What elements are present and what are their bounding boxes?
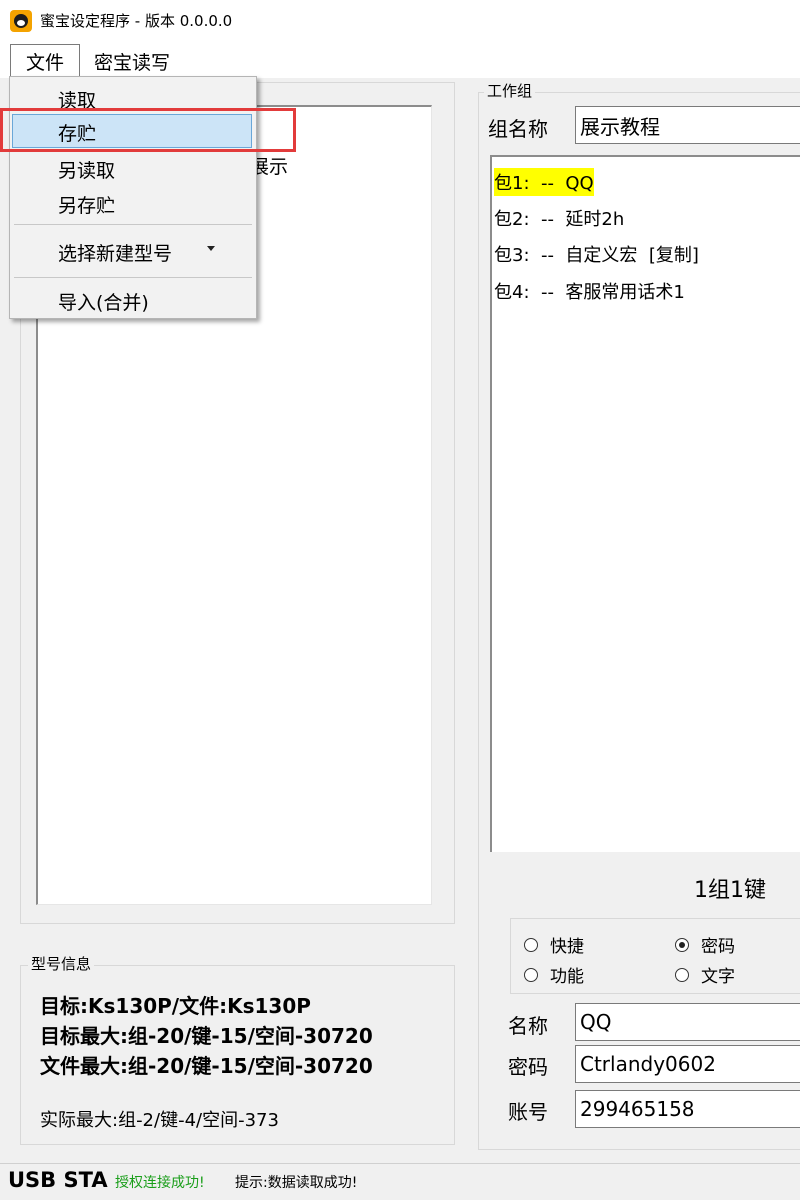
menu-item-select-new-model[interactable]: 选择新建型号 — [58, 239, 172, 266]
model-target-max: 目标最大:组-20/键-15/空间-30720 — [40, 1024, 373, 1048]
usb-status: USB STA — [8, 1168, 108, 1192]
name-input[interactable]: QQ — [575, 1003, 800, 1041]
packet-item[interactable]: 包3: -- 自定义宏 [复制] — [494, 240, 699, 268]
annotation-highlight-box — [0, 108, 296, 152]
packet-item[interactable]: 包2: -- 延时2h — [494, 204, 624, 232]
window-title: 蜜宝设定程序 - 版本 0.0.0.0 — [40, 12, 233, 30]
auth-status: 授权连接成功! — [115, 1175, 205, 1191]
radio-icon — [524, 967, 538, 982]
menu-read-write[interactable]: 密宝读写 — [94, 48, 170, 75]
model-file-max: 文件最大:组-20/键-15/空间-30720 — [40, 1054, 373, 1078]
packet-item[interactable]: 包1: -- QQ — [494, 168, 594, 196]
radio-icon — [524, 937, 538, 952]
radio-function-label: 功能 — [550, 967, 584, 987]
radio-selected-icon — [675, 937, 689, 952]
radio-shortcut[interactable]: 快捷 — [524, 932, 584, 957]
tip-status: 提示:数据读取成功! — [235, 1175, 358, 1191]
menu-separator — [14, 224, 252, 225]
menu-item-read-as[interactable]: 另读取 — [58, 156, 115, 183]
model-target: 目标:Ks130P/文件:Ks130P — [40, 994, 311, 1018]
key-count-label: 1组1键 — [694, 878, 766, 903]
radio-function[interactable]: 功能 — [524, 962, 584, 987]
submenu-arrow-icon — [207, 246, 215, 251]
radio-password-label: 密码 — [701, 937, 735, 957]
name-label: 名称 — [508, 1014, 548, 1038]
app-logo-icon — [10, 10, 32, 32]
radio-text-label: 文字 — [701, 967, 735, 987]
radio-icon — [675, 967, 689, 982]
password-label: 密码 — [508, 1055, 548, 1079]
group-name-label: 组名称 — [488, 117, 548, 141]
radio-shortcut-label: 快捷 — [550, 937, 584, 957]
password-input[interactable]: Ctrlandy0602 — [575, 1045, 800, 1083]
radio-text[interactable]: 文字 — [675, 962, 735, 987]
menu-item-import-merge[interactable]: 导入(合并) — [58, 288, 149, 315]
menu-separator — [14, 277, 252, 278]
account-input[interactable]: 299465158 — [575, 1090, 800, 1128]
workgroup-legend: 工作组 — [484, 80, 536, 101]
menu-file[interactable]: 文件 — [10, 44, 80, 78]
radio-password[interactable]: 密码 — [675, 932, 735, 957]
packet-item[interactable]: 包4: -- 客服常用话术1 — [494, 277, 685, 305]
menu-item-save-as[interactable]: 另存贮 — [58, 191, 115, 218]
group-name-input[interactable]: 展示教程 — [575, 106, 800, 144]
model-info-legend: 型号信息 — [28, 953, 95, 974]
account-label: 账号 — [508, 1100, 548, 1124]
model-actual-max: 实际最大:组-2/键-4/空间-373 — [40, 1110, 279, 1131]
